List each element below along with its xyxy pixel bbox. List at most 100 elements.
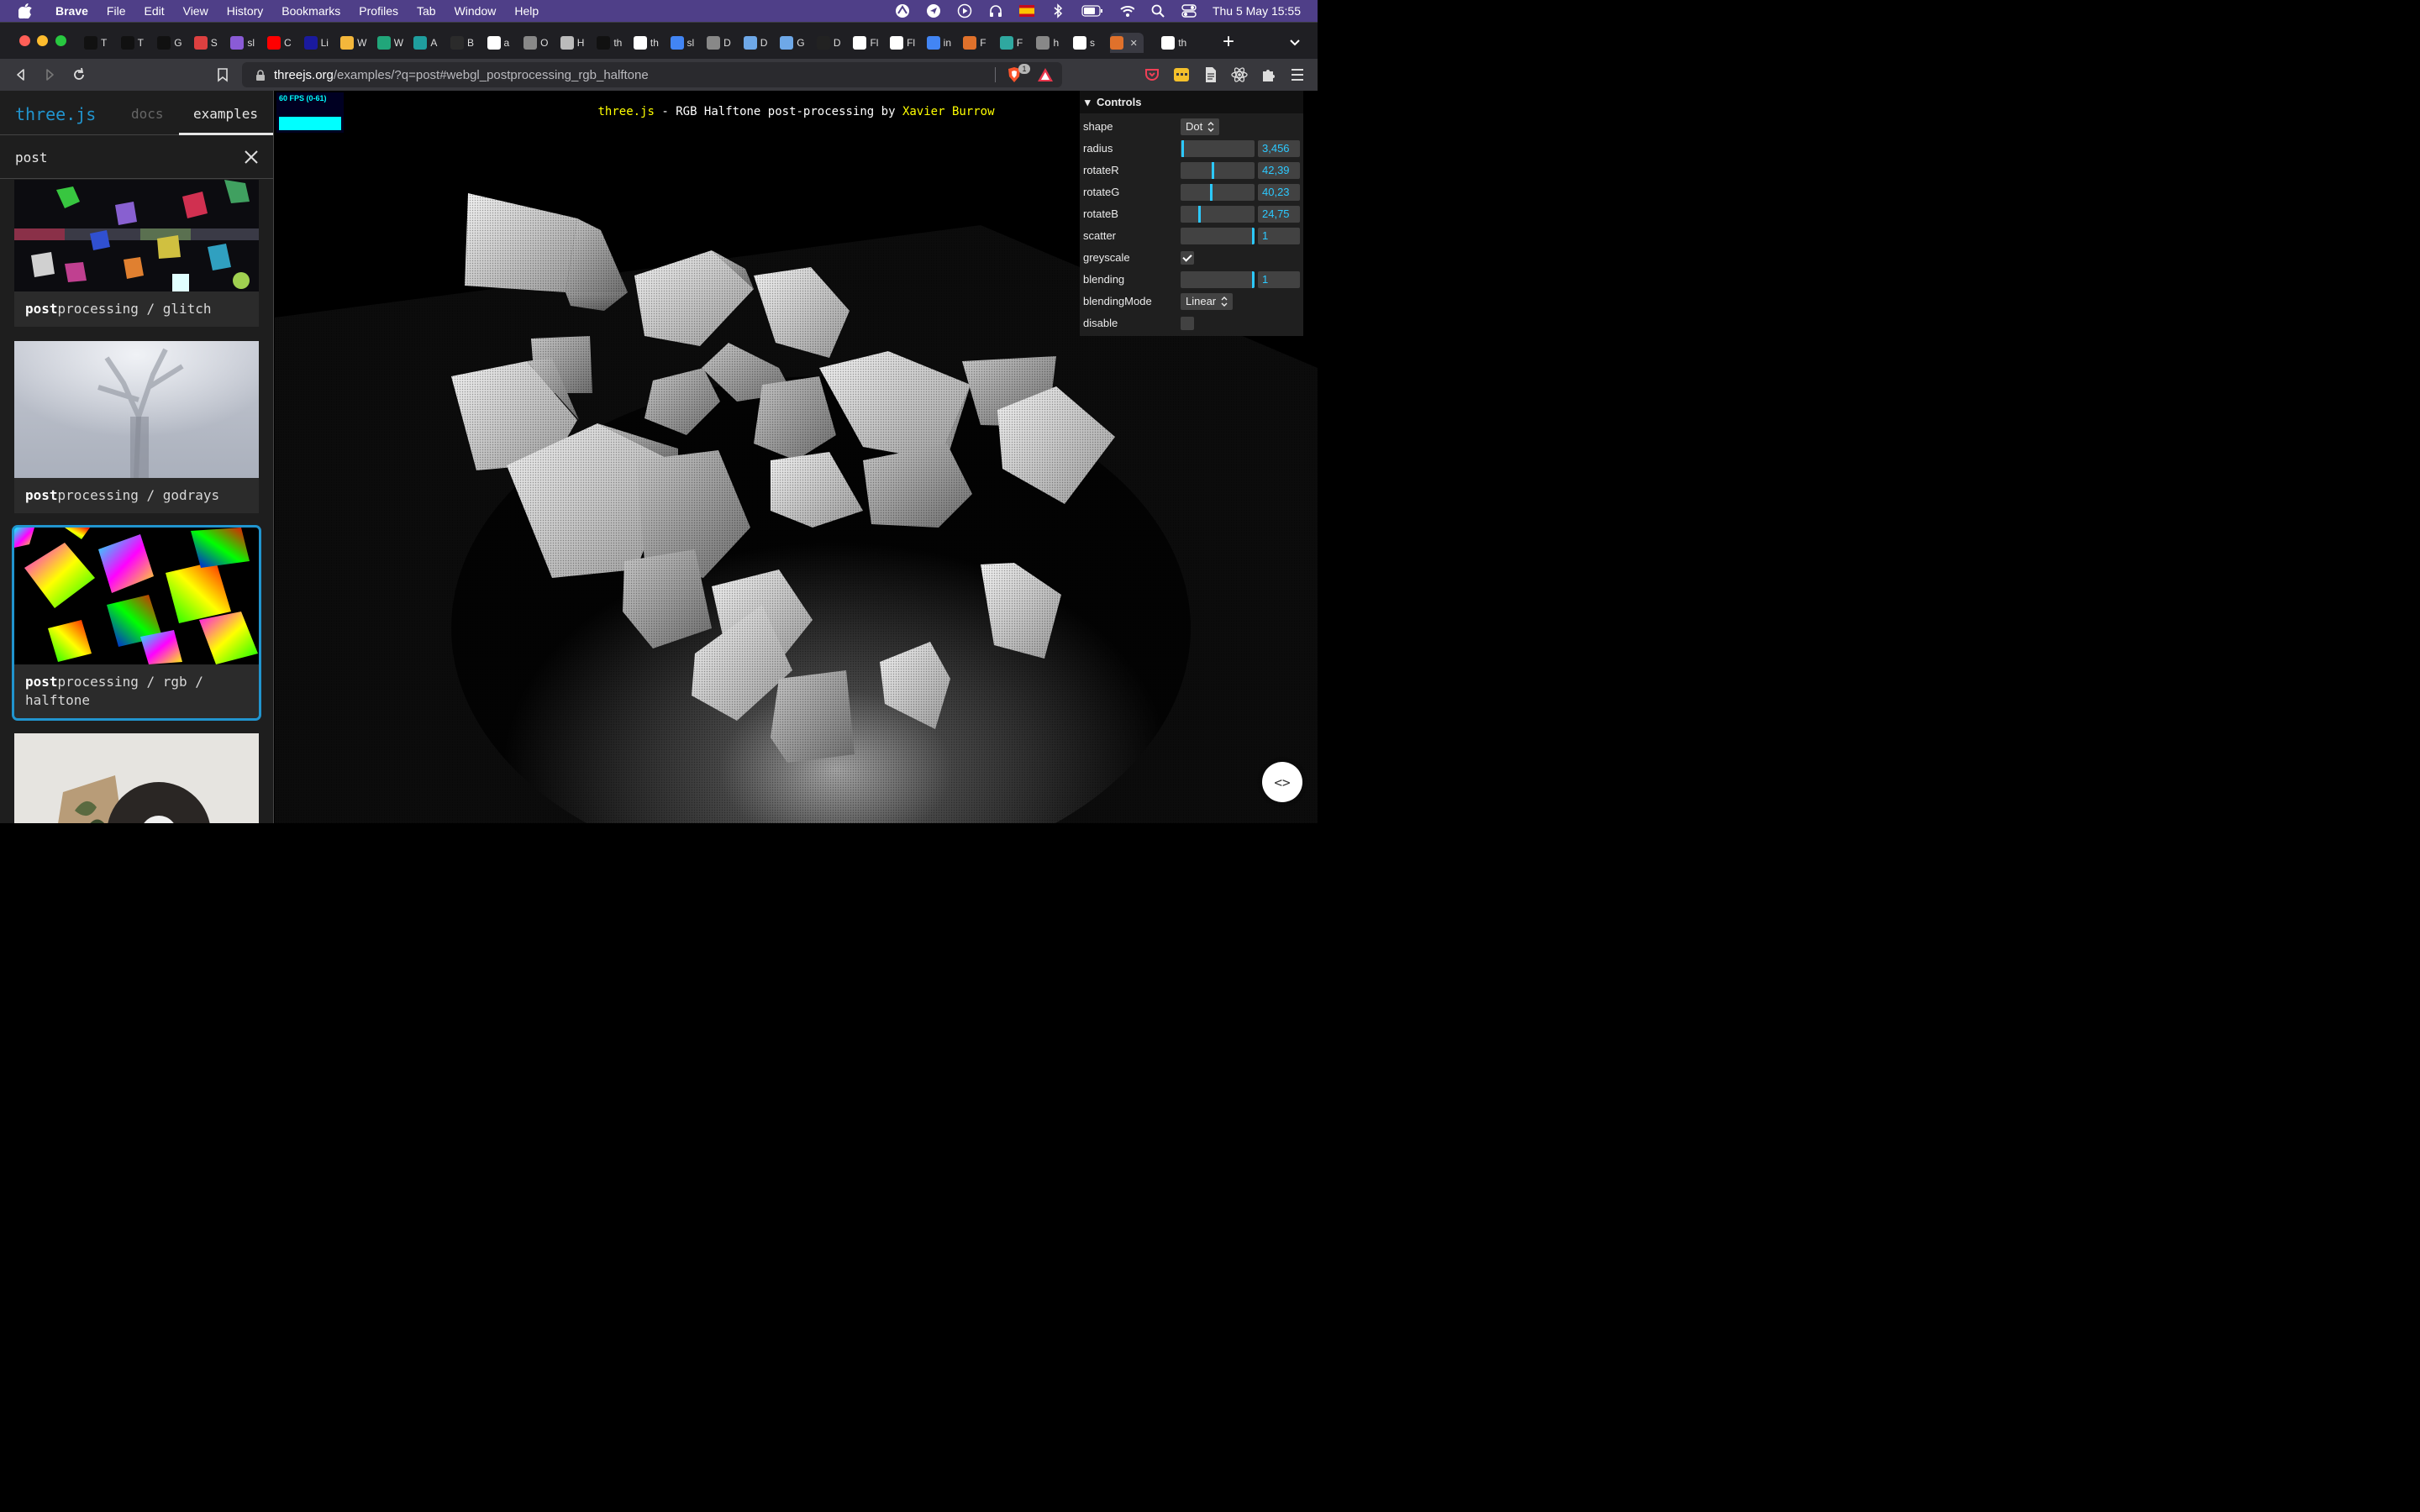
url-text[interactable]: threejs.org/examples/?q=post#webgl_postp… bbox=[274, 68, 649, 82]
browser-tab[interactable]: sl bbox=[230, 33, 255, 53]
search-input[interactable] bbox=[15, 147, 234, 167]
forward-icon[interactable] bbox=[42, 67, 57, 82]
bluetooth-icon[interactable] bbox=[1050, 3, 1065, 18]
browser-tab[interactable]: A bbox=[413, 33, 437, 53]
bookmark-icon[interactable] bbox=[215, 67, 230, 82]
vpn-icon[interactable] bbox=[895, 3, 910, 18]
browser-tab[interactable]: D bbox=[707, 33, 731, 53]
menu-file[interactable]: File bbox=[107, 4, 126, 18]
menu-view[interactable]: View bbox=[183, 4, 208, 18]
play-icon[interactable] bbox=[957, 3, 972, 18]
menu-window[interactable]: Window bbox=[455, 4, 497, 18]
back-icon[interactable] bbox=[13, 67, 29, 82]
greyscale-checkbox[interactable] bbox=[1181, 251, 1194, 265]
location-icon[interactable] bbox=[926, 3, 941, 18]
reload-icon[interactable] bbox=[71, 67, 87, 82]
battery-icon[interactable] bbox=[1081, 3, 1103, 18]
browser-tab[interactable]: Fl bbox=[853, 33, 878, 53]
close-window-button[interactable] bbox=[19, 35, 30, 46]
browser-tab[interactable]: Li bbox=[303, 33, 329, 53]
radius-number-input[interactable]: 3,456 bbox=[1258, 140, 1300, 157]
view-source-button[interactable]: <> bbox=[1262, 762, 1302, 802]
webgl-viewport[interactable]: 60 FPS (0-61) three.js - RGB Halftone po… bbox=[275, 91, 1318, 823]
spotlight-search-icon[interactable] bbox=[1150, 3, 1165, 18]
threejs-info-link[interactable]: three.js bbox=[597, 105, 654, 118]
browser-tab[interactable]: G bbox=[780, 33, 805, 53]
rotate-g-number-input[interactable]: 40,23 bbox=[1258, 184, 1300, 201]
close-tab-icon[interactable]: ✕ bbox=[1130, 38, 1138, 49]
menu-clock[interactable]: Thu 5 May 15:55 bbox=[1213, 4, 1301, 18]
blending-slider[interactable] bbox=[1181, 271, 1255, 288]
browser-tab[interactable]: sl bbox=[670, 33, 694, 53]
blending-mode-select[interactable]: Linear bbox=[1181, 293, 1234, 310]
extensions-puzzle-icon[interactable] bbox=[1260, 66, 1277, 83]
shape-select[interactable]: Dot bbox=[1181, 118, 1220, 135]
pocket-icon[interactable] bbox=[1144, 66, 1160, 83]
browser-tab[interactable]: a bbox=[487, 33, 509, 53]
menu-profiles[interactable]: Profiles bbox=[359, 4, 398, 18]
rotate-r-slider[interactable] bbox=[1181, 162, 1255, 179]
menu-tab[interactable]: Tab bbox=[417, 4, 436, 18]
scatter-slider[interactable] bbox=[1181, 228, 1255, 244]
menu-edit[interactable]: Edit bbox=[144, 4, 164, 18]
new-tab-button[interactable]: + bbox=[1220, 32, 1237, 52]
browser-tab[interactable]: th bbox=[633, 33, 659, 53]
control-center-icon[interactable] bbox=[1181, 3, 1197, 18]
author-link[interactable]: Xavier Burrow bbox=[902, 105, 995, 118]
wifi-icon[interactable] bbox=[1119, 3, 1134, 18]
blending-number-input[interactable]: 1 bbox=[1258, 271, 1300, 288]
rotate-g-slider[interactable] bbox=[1181, 184, 1255, 201]
rotate-b-number-input[interactable]: 24,75 bbox=[1258, 206, 1300, 223]
browser-tab[interactable]: O bbox=[523, 33, 548, 53]
browser-tab[interactable]: G bbox=[157, 33, 182, 53]
browser-tab[interactable]: th bbox=[1161, 33, 1186, 53]
minimize-window-button[interactable] bbox=[37, 35, 48, 46]
rotate-b-slider[interactable] bbox=[1181, 206, 1255, 223]
browser-tab[interactable]: C bbox=[266, 33, 292, 53]
extension-yellow-icon[interactable] bbox=[1173, 66, 1190, 83]
browser-tab[interactable]: in bbox=[926, 33, 951, 53]
example-card-next[interactable] bbox=[14, 733, 259, 823]
keyboard-flag-icon[interactable] bbox=[1018, 3, 1034, 18]
example-card-godrays[interactable]: postprocessing / godrays bbox=[14, 341, 259, 513]
menu-bookmarks[interactable]: Bookmarks bbox=[281, 4, 340, 18]
controls-title-bar[interactable]: ▾ Controls bbox=[1080, 91, 1303, 113]
browser-tab[interactable]: F bbox=[963, 33, 986, 53]
scatter-number-input[interactable]: 1 bbox=[1258, 228, 1300, 244]
disable-checkbox[interactable] bbox=[1181, 317, 1194, 330]
menu-help[interactable]: Help bbox=[514, 4, 539, 18]
react-devtools-icon[interactable] bbox=[1231, 66, 1248, 83]
browser-tab[interactable]: s bbox=[1073, 33, 1095, 53]
browser-tab[interactable]: T bbox=[120, 33, 144, 53]
address-bar[interactable]: threejs.org/examples/?q=post#webgl_postp… bbox=[242, 62, 1062, 87]
clear-search-icon[interactable] bbox=[244, 150, 259, 165]
example-card-glitch[interactable]: postprocessing / glitch bbox=[14, 180, 259, 327]
browser-tab[interactable]: W bbox=[340, 33, 366, 53]
menu-history[interactable]: History bbox=[227, 4, 264, 18]
browser-tab[interactable]: ✕ bbox=[1109, 33, 1144, 53]
nav-examples-link[interactable]: examples bbox=[193, 106, 258, 122]
nav-docs-link[interactable]: docs bbox=[131, 106, 164, 122]
rotate-r-number-input[interactable]: 42,39 bbox=[1258, 162, 1300, 179]
main-menu-icon[interactable] bbox=[1290, 66, 1307, 83]
browser-tab[interactable]: Fl bbox=[890, 33, 915, 53]
menu-app-name[interactable]: Brave bbox=[55, 4, 88, 18]
browser-tab[interactable]: F bbox=[999, 33, 1023, 53]
zoom-window-button[interactable] bbox=[55, 35, 66, 46]
browser-tab[interactable]: H bbox=[560, 33, 584, 53]
headphones-icon[interactable] bbox=[988, 3, 1003, 18]
browser-tab[interactable]: D bbox=[816, 33, 841, 53]
threejs-logo-link[interactable]: three.js bbox=[15, 104, 96, 124]
browser-tab[interactable]: S bbox=[193, 33, 218, 53]
browser-tab[interactable]: B bbox=[450, 33, 474, 53]
browser-tab[interactable]: th bbox=[597, 33, 622, 53]
lock-icon[interactable] bbox=[255, 70, 266, 81]
radius-slider[interactable] bbox=[1181, 140, 1255, 157]
browser-tab[interactable]: T bbox=[84, 33, 107, 53]
document-extension-icon[interactable] bbox=[1202, 66, 1219, 83]
browser-tab[interactable]: h bbox=[1036, 33, 1059, 53]
browser-tab[interactable]: D bbox=[743, 33, 767, 53]
brave-rewards-icon[interactable] bbox=[1037, 67, 1054, 82]
example-card-rgb-halftone[interactable]: postprocessing / rgb / halftone bbox=[12, 525, 261, 721]
apple-icon[interactable] bbox=[18, 3, 37, 18]
